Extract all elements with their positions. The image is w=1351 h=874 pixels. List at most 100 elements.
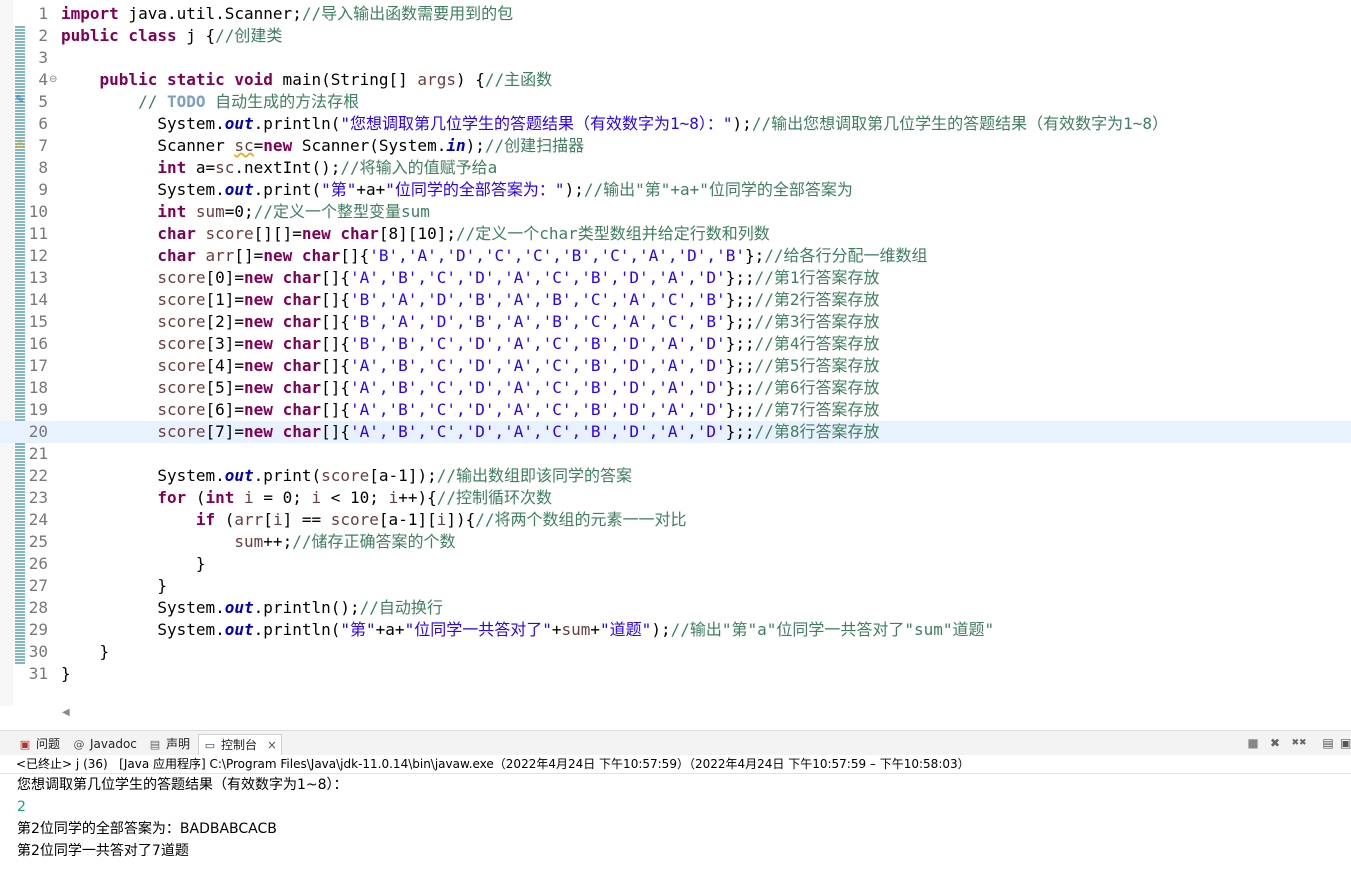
- tab-javadoc[interactable]: @ Javadoc: [72, 734, 137, 754]
- code-line[interactable]: 5 // TODO 自动生成的方法存根: [0, 91, 1351, 113]
- code-line[interactable]: 29 System.out.println("第"+a+"位同学一共答对了" +s…: [0, 619, 1351, 641]
- code-line[interactable]: 3: [0, 47, 1351, 69]
- code-token: i: [272, 510, 283, 529]
- open-console-button[interactable]: ▣: [1340, 735, 1351, 751]
- code-token: [0]=: [205, 268, 245, 287]
- code-line[interactable]: 22 System.out.print(score[a-1]);//输出数组即该…: [0, 465, 1351, 487]
- remove-all-button[interactable]: ✖✖: [1288, 735, 1310, 751]
- console-output[interactable]: 您想调取第几位学生的答题结果（有效数字为1~8）： 2 第2位同学的全部答案为：BA…: [17, 774, 1347, 862]
- horizontal-scrollbar[interactable]: ◀: [58, 706, 1351, 724]
- code-text[interactable]: System.out.print(score[a-1]);//输出数组即该同学的…: [61, 465, 632, 487]
- code-text[interactable]: char score[][]=new char[8][10];//定义一个cha…: [61, 223, 769, 245]
- code-line[interactable]: 2 public class j {//创建类: [0, 25, 1351, 47]
- code-line[interactable]: 9 System.out.print("第"+a+"位同学的全部答案为：");/…: [0, 179, 1351, 201]
- code-text[interactable]: score[2]=new char[]{'B','A','D','B','A',…: [61, 311, 879, 333]
- code-text[interactable]: score[4]=new char[]{'A','B','C','D','A',…: [61, 355, 879, 377]
- line-number: 29: [28, 620, 48, 639]
- code-line[interactable]: 10 int sum=0;//定义一个整型变量sum: [0, 201, 1351, 223]
- code-token: args: [417, 70, 456, 89]
- code-text[interactable]: }: [61, 575, 167, 597]
- code-text[interactable]: score[0]=new char[]{'A','B','C','D','A',…: [61, 267, 880, 289]
- code-line[interactable]: 14 score[1]=new char[]{'B','A','D','B','…: [0, 289, 1351, 311]
- code-line[interactable]: 12 char arr[]=new char[]{'B','A','D','C'…: [0, 245, 1351, 267]
- code-line[interactable]: 13 score[0]=new char[]{'A','B','C','D','…: [0, 267, 1351, 289]
- code-line[interactable]: 17 score[4]=new char[]{'A','B','C','D','…: [0, 355, 1351, 377]
- code-line[interactable]: 20 score[7]=new char[]{'A','B','C','D','…: [0, 421, 1351, 443]
- code-lines[interactable]: 1 import java.util.Scanner;//导入输出函数需要用到的包…: [0, 3, 1351, 685]
- code-line[interactable]: 31}: [0, 663, 1351, 685]
- code-line[interactable]: 19 score[6]=new char[]{'A','B','C','D','…: [0, 399, 1351, 421]
- code-text[interactable]: Scanner sc=new Scanner(System.in);//创建扫描…: [61, 135, 584, 157]
- code-text[interactable]: System.out.print("第"+a+"位同学的全部答案为：");//输…: [61, 179, 853, 201]
- code-line[interactable]: 27 }: [0, 575, 1351, 597]
- code-text[interactable]: score[5]=new char[]{'A','B','C','D','A',…: [61, 377, 880, 399]
- code-text[interactable]: import java.util.Scanner;//导入输出函数需要用到的包: [61, 3, 513, 25]
- code-line[interactable]: 16 score[3]=new char[]{'B','B','C','D','…: [0, 333, 1351, 355]
- code-text[interactable]: System.out.println("第"+a+"位同学一共答对了"+sum+…: [61, 619, 994, 641]
- code-text[interactable]: public static void main(String[] args) {…: [61, 69, 553, 91]
- code-line[interactable]: 18 score[5]=new char[]{'A','B','C','D','…: [0, 377, 1351, 399]
- code-token: //第1行答案存放: [754, 268, 880, 287]
- code-token: new char: [244, 400, 322, 419]
- tab-problems[interactable]: ▣ 问题: [18, 734, 60, 754]
- code-token: );: [732, 114, 752, 133]
- code-token: TODO: [166, 92, 206, 111]
- code-token: char: [157, 246, 196, 265]
- code-text[interactable]: System.out.println();//自动换行: [61, 597, 443, 619]
- code-token: //第6行答案存放: [754, 378, 880, 397]
- console-line: 您想调取第几位学生的答题结果（有效数字为1~8）：: [17, 777, 348, 793]
- code-line[interactable]: 30 }: [0, 641, 1351, 663]
- code-editor[interactable]: ✎ ⚠ 1 import java.util.Scanner;//导入输出函数需要…: [0, 0, 1351, 724]
- remove-launch-button[interactable]: ✖: [1267, 735, 1283, 751]
- fold-toggle-icon[interactable]: ⊖: [49, 69, 57, 91]
- code-line[interactable]: 4 ⊖ public static void main(String[] args…: [0, 69, 1351, 91]
- code-token: 'A','B','C','D','A','C','B','D','A','D': [350, 268, 726, 287]
- code-text[interactable]: int a=sc.nextInt();//将输入的值赋予给a: [61, 157, 497, 179]
- code-line[interactable]: 25 sum++;//储存正确答案的个数: [0, 531, 1351, 553]
- close-icon[interactable]: ×: [267, 738, 277, 752]
- pin-console-button[interactable]: ▤: [1320, 735, 1336, 751]
- code-text[interactable]: char arr[]=new char[]{'B','A','D','C','C…: [61, 245, 927, 267]
- code-text[interactable]: score[1]=new char[]{'B','A','D','B','A',…: [61, 289, 879, 311]
- code-line[interactable]: 8 int a=sc.nextInt();//将输入的值赋予给a: [0, 157, 1351, 179]
- code-token: [a-1][: [378, 510, 437, 529]
- code-text[interactable]: public class j {//创建类: [61, 25, 282, 47]
- code-text[interactable]: if (arr[i] == score[a-1][i]){//将两个数组的元素一…: [61, 509, 687, 531]
- terminate-button[interactable]: ■: [1245, 735, 1261, 751]
- code-text[interactable]: System.out.println("您想调取第几位学生的答题结果（有效数字为…: [61, 113, 1168, 135]
- code-token: score: [321, 466, 370, 485]
- code-text[interactable]: score[3]=new char[]{'B','B','C','D','A',…: [61, 333, 879, 355]
- line-number: 2: [38, 26, 48, 45]
- code-text[interactable]: }: [61, 641, 110, 663]
- code-token: [][]=: [253, 224, 302, 243]
- code-line[interactable]: 7 Scanner sc=new Scanner(System.in);//创建…: [0, 135, 1351, 157]
- code-token: new char: [301, 224, 379, 243]
- code-text[interactable]: }: [61, 663, 71, 685]
- tab-declaration[interactable]: ▤ 声明: [148, 734, 190, 754]
- code-text[interactable]: sum++;//储存正确答案的个数: [61, 531, 455, 553]
- code-text[interactable]: // TODO 自动生成的方法存根: [61, 91, 359, 113]
- code-line[interactable]: 1 import java.util.Scanner;//导入输出函数需要用到的包: [0, 3, 1351, 25]
- code-line[interactable]: 24 if (arr[i] == score[a-1][i]){//将两个数组的…: [0, 509, 1351, 531]
- tab-javadoc-label: Javadoc: [90, 737, 137, 751]
- code-text[interactable]: score[6]=new char[]{'A','B','C','D','A',…: [61, 399, 879, 421]
- code-text[interactable]: int sum=0;//定义一个整型变量sum: [61, 201, 430, 223]
- code-line[interactable]: 15 score[2]=new char[]{'B','A','D','B','…: [0, 311, 1351, 333]
- code-line[interactable]: 26 }: [0, 553, 1351, 575]
- code-line[interactable]: 6 System.out.println("您想调取第几位学生的答题结果（有效数…: [0, 113, 1351, 135]
- code-line[interactable]: 23 for (int i = 0; i < 10; i++){//控制循环次数: [0, 487, 1351, 509]
- scroll-left-icon[interactable]: ◀: [62, 707, 70, 718]
- code-token: };;: [725, 400, 755, 419]
- code-text[interactable]: }: [61, 553, 206, 575]
- code-text[interactable]: for (int i = 0; i < 10; i++){//控制循环次数: [61, 487, 552, 509]
- code-line[interactable]: 21: [0, 443, 1351, 465]
- line-number: 8: [38, 158, 48, 177]
- code-text[interactable]: score[7]=new char[]{'A','B','C','D','A',…: [61, 421, 879, 443]
- code-token: char: [157, 224, 196, 243]
- code-line[interactable]: 28 System.out.println();//自动换行: [0, 597, 1351, 619]
- code-line[interactable]: 11 char score[][]=new char[8][10];//定义一个…: [0, 223, 1351, 245]
- tab-console[interactable]: ▭ 控制台 ×: [198, 734, 282, 755]
